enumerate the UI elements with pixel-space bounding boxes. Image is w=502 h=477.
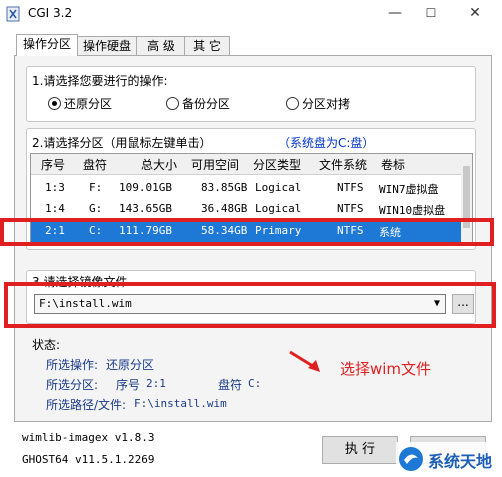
window-title: CGI 3.2 bbox=[28, 6, 73, 20]
table-header: 序号 盘符 总大小 可用空间 分区类型 文件系统 卷标 bbox=[31, 154, 461, 175]
status-part-label: 所选分区: bbox=[46, 378, 99, 392]
watermark-logo-icon bbox=[399, 447, 423, 471]
tab-partition[interactable]: 操作分区 bbox=[16, 34, 78, 56]
tab-advanced[interactable]: 高 级 bbox=[136, 36, 186, 55]
minimize-button[interactable]: — bbox=[384, 4, 406, 22]
watermark: 系统天地 bbox=[396, 442, 502, 477]
ghost-version: GHOST64 v11.5.1.2269 bbox=[22, 453, 155, 466]
status-path: F:\install.wim bbox=[134, 397, 227, 410]
watermark-text: 系统天地 bbox=[428, 452, 493, 471]
status-drive: C: bbox=[248, 377, 262, 390]
radio-backup[interactable] bbox=[166, 97, 179, 110]
radio-copy-label[interactable]: 分区对拷 bbox=[302, 95, 350, 112]
col-drive: 盘符 bbox=[83, 158, 108, 172]
col-total: 总大小 bbox=[141, 158, 178, 172]
system-drive-note: （系统盘为C:盘） bbox=[278, 136, 375, 150]
app-icon bbox=[6, 6, 20, 22]
status-drive-label: 盘符 bbox=[218, 378, 243, 392]
tab-other[interactable]: 其 它 bbox=[184, 36, 230, 55]
radio-backup-label[interactable]: 备份分区 bbox=[182, 95, 230, 112]
execute-button[interactable]: 执 行 bbox=[322, 436, 398, 464]
status-part-num-label: 序号 bbox=[116, 378, 141, 392]
maximize-button[interactable]: ☐ bbox=[420, 4, 442, 22]
highlight-box-file bbox=[4, 282, 496, 328]
col-type: 分区类型 bbox=[253, 158, 302, 172]
status-op-value: 还原分区 bbox=[106, 358, 155, 372]
radio-restore-label[interactable]: 还原分区 bbox=[64, 95, 112, 112]
status-path-label: 所选路径/文件: bbox=[46, 398, 127, 412]
partition-heading: 2.请选择分区（用鼠标左键单击） bbox=[32, 136, 212, 150]
title-bar: CGI 3.2 — ☐ ✕ bbox=[0, 0, 502, 28]
radio-copy[interactable] bbox=[286, 97, 299, 110]
radio-restore[interactable] bbox=[48, 97, 61, 110]
status-heading: 状态: bbox=[32, 338, 61, 352]
col-free: 可用空间 bbox=[191, 158, 240, 172]
wimlib-version: wimlib-imagex v1.8.3 bbox=[22, 431, 155, 444]
annotation-text: 选择wim文件 bbox=[340, 360, 432, 378]
col-fs: 文件系统 bbox=[319, 158, 368, 172]
tab-disk[interactable]: 操作硬盘 bbox=[76, 36, 138, 55]
status-op-label: 所选操作: bbox=[46, 358, 99, 372]
close-button[interactable]: ✕ bbox=[464, 4, 486, 22]
highlight-box-partition bbox=[0, 218, 494, 246]
table-row[interactable]: 1:4 G: 143.65GB 36.48GB Logical NTFS WIN… bbox=[31, 199, 461, 220]
col-index: 序号 bbox=[41, 158, 66, 172]
arrow-icon bbox=[289, 350, 320, 372]
col-label: 卷标 bbox=[381, 158, 406, 172]
operation-heading: 1.请选择您要进行的操作: bbox=[32, 74, 168, 88]
status-part-num: 2:1 bbox=[146, 377, 166, 390]
table-row[interactable]: 1:3 F: 109.01GB 83.85GB Logical NTFS WIN… bbox=[31, 178, 461, 199]
